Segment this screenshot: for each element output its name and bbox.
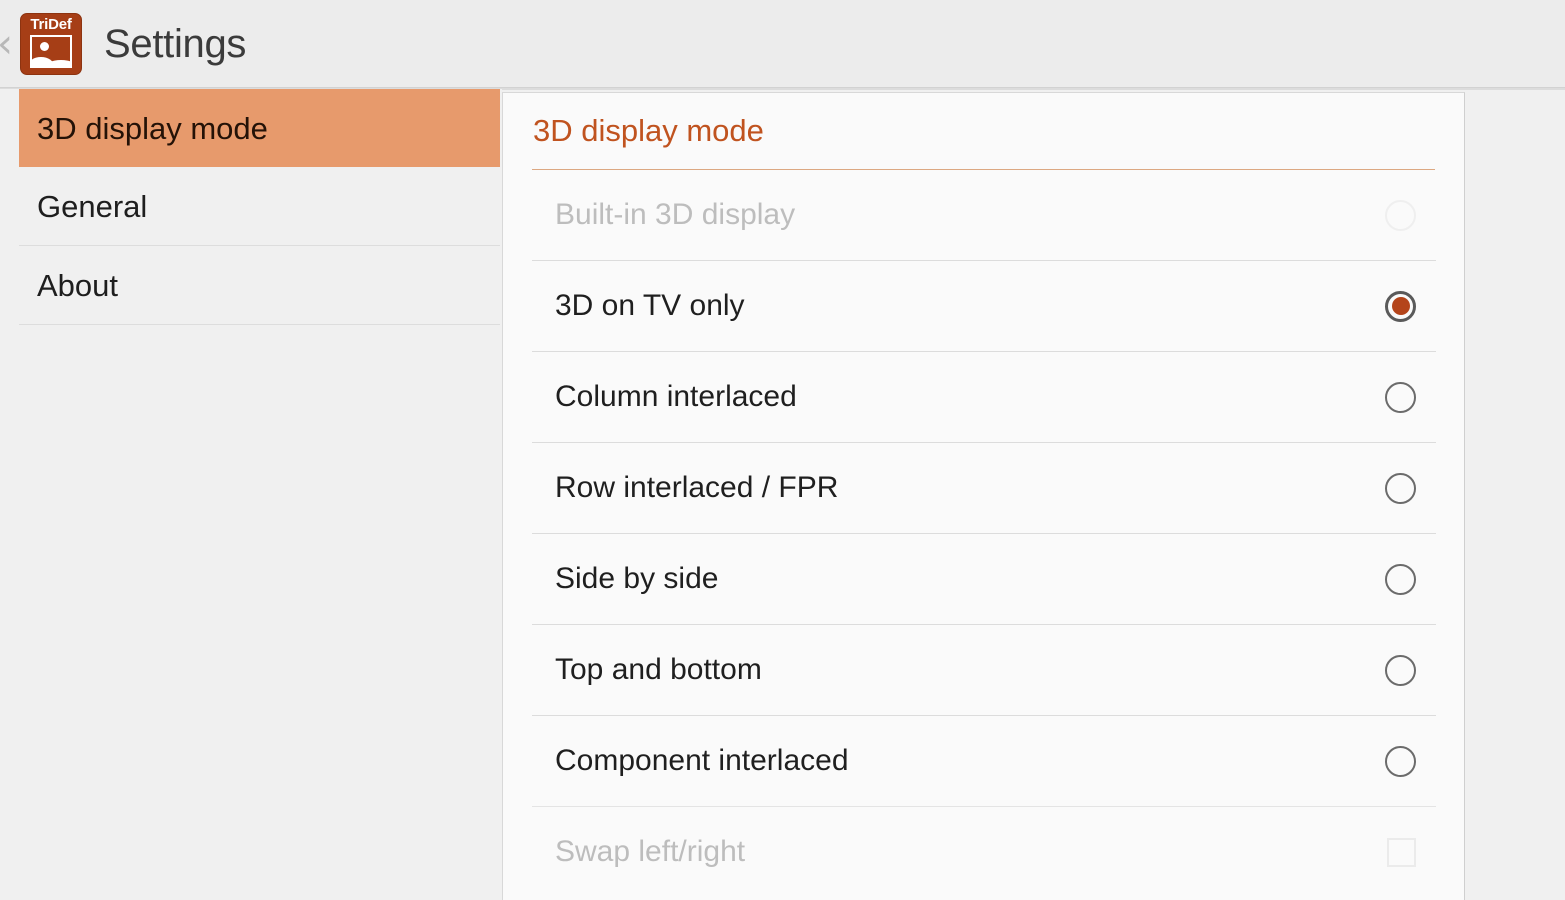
tridef-app-icon: TriDef (20, 12, 82, 75)
radio-icon-3d-on-tv-only[interactable] (1385, 290, 1416, 322)
sidebar-item-general[interactable]: General (19, 167, 500, 245)
option-row-3d-on-tv-only[interactable]: 3D on TV only (503, 261, 1464, 351)
sidebar-item-label: About (37, 267, 119, 303)
option-row-top-and-bottom[interactable]: Top and bottom (503, 625, 1464, 715)
option-label: 3D on TV only (555, 289, 745, 322)
option-label: Row interlaced / FPR (555, 471, 839, 504)
title-bar: ‹ TriDef Settings (0, 0, 1565, 90)
page-title: Settings (104, 21, 247, 66)
radio-icon-top-and-bottom[interactable] (1385, 654, 1416, 686)
sidebar-divider (19, 324, 500, 325)
sidebar: 3D display mode General About (0, 89, 502, 900)
sidebar-item-label: 3D display mode (37, 110, 268, 146)
sidebar-item-label: General (37, 188, 148, 224)
option-row-side-by-side[interactable]: Side by side (503, 534, 1464, 624)
radio-icon-component-interlaced[interactable] (1385, 745, 1416, 777)
option-row-column-interlaced[interactable]: Column interlaced (503, 352, 1464, 442)
radio-icon-side-by-side[interactable] (1385, 563, 1416, 595)
checkbox-icon-swap-left-right (1387, 837, 1416, 867)
sidebar-item-about[interactable]: About (19, 246, 500, 324)
picture-glyph-icon (30, 34, 72, 68)
option-label: Top and bottom (555, 653, 762, 686)
option-row-row-interlaced-fpr[interactable]: Row interlaced / FPR (503, 443, 1464, 533)
option-row-built-in-3d-display: Built-in 3D display (503, 170, 1464, 260)
option-label: Swap left/right (555, 835, 746, 868)
option-label: Built-in 3D display (555, 198, 796, 231)
option-row-component-interlaced[interactable]: Component interlaced (503, 716, 1464, 806)
back-chevron-icon[interactable]: ‹ (0, 24, 16, 64)
option-label: Side by side (555, 562, 719, 595)
radio-icon-row-interlaced-fpr[interactable] (1385, 472, 1416, 504)
app-icon-brand-label: TriDef (30, 15, 72, 33)
panel-header-title: 3D display mode (533, 113, 764, 148)
option-label: Component interlaced (555, 744, 849, 777)
panel-header: 3D display mode (503, 93, 1464, 146)
option-label: Column interlaced (555, 380, 797, 413)
radio-icon-column-interlaced[interactable] (1385, 381, 1416, 413)
settings-panel: 3D display mode Built-in 3D display 3D o… (502, 92, 1465, 900)
sun-glyph (40, 41, 49, 51)
option-row-swap-left-right: Swap left/right (503, 807, 1464, 897)
radio-icon-built-in-3d-display (1385, 199, 1416, 231)
sidebar-item-3d-display-mode[interactable]: 3D display mode (19, 89, 500, 167)
